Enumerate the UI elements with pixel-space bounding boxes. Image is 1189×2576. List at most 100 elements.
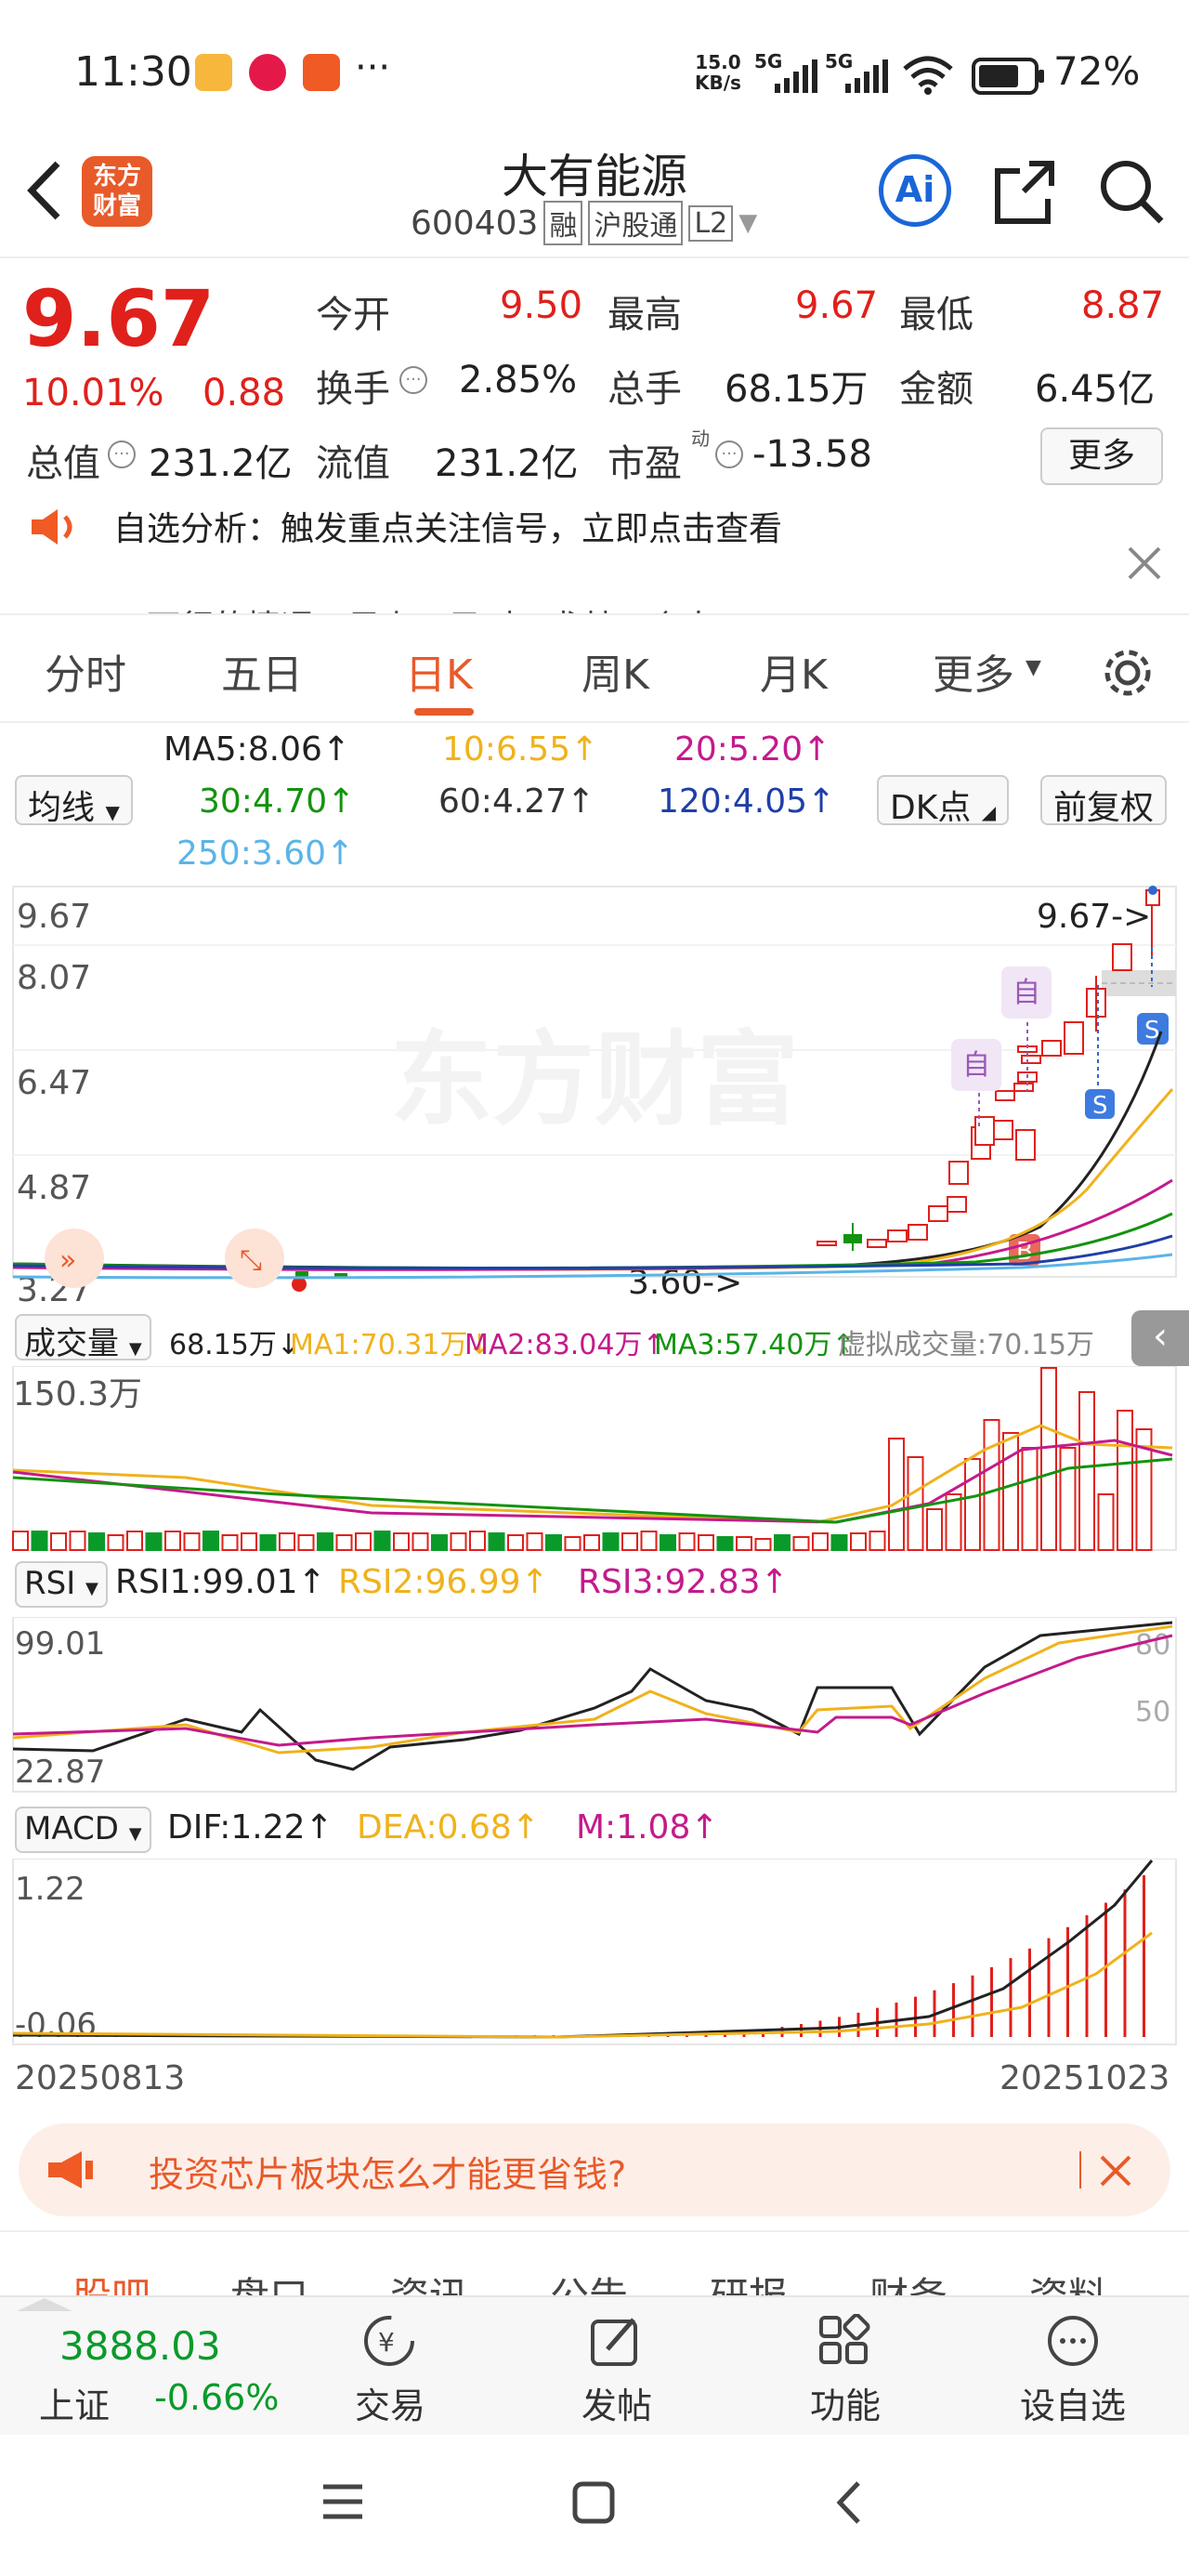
stock-code-row: 600403 融 沪股通 L2 ▼ (411, 201, 757, 245)
collapse-icon[interactable]: ‹ (1131, 1310, 1189, 1366)
dk-point-button[interactable]: DK点 ◢ (877, 775, 1010, 827)
pe-label: 市盈 (608, 442, 682, 485)
more-button[interactable]: 更多 (1040, 427, 1163, 485)
volume-bar (50, 1532, 67, 1551)
info-icon[interactable]: ··· (399, 366, 427, 394)
more-notifications-icon: ··· (355, 46, 391, 89)
tab-research[interactable]: 研报 (710, 2266, 788, 2295)
adjust-button[interactable]: 前复权 (1040, 775, 1168, 827)
tag-margin: 融 (543, 201, 583, 245)
stock-header: 东方 财富 大有能源 600403 融 沪股通 L2 ▼ Ai (0, 139, 1189, 258)
y-label-3: 6.47 (17, 1064, 91, 1102)
tab-finance[interactable]: 财务 (869, 2266, 947, 2295)
add-watchlist-label[interactable]: 设自选 (1020, 2377, 1126, 2428)
volume-chart: 150.3万 (12, 1366, 1177, 1551)
tab-intraday[interactable]: 分时 (45, 641, 126, 701)
post-label[interactable]: 发帖 (581, 2377, 652, 2428)
volume-bar (926, 1508, 943, 1551)
watermark: 东方财富 (390, 1020, 799, 1139)
video-app-icon (249, 54, 286, 91)
trade-label[interactable]: 交易 (355, 2377, 425, 2428)
ma-selector[interactable]: 均线 ▼ (15, 775, 133, 827)
functions-icon[interactable] (817, 2314, 871, 2368)
tab-daily[interactable]: 日K (405, 641, 473, 701)
ad-banner[interactable]: 投资芯片板块怎么才能更省钱? (19, 2123, 1170, 2216)
app-logo[interactable]: 东方 财富 (82, 156, 152, 227)
last-price: 9.67 (22, 273, 216, 364)
volume-bar (888, 1438, 905, 1551)
back-nav-icon[interactable] (830, 2479, 868, 2526)
ma20-line (12, 1178, 1173, 1271)
volume-bar (830, 1534, 848, 1551)
close-icon[interactable] (1126, 545, 1163, 582)
volume-bar (736, 1536, 752, 1551)
sub-tabs: 股吧 盘口 资讯 公告 研报 财务 资料 (0, 2230, 1189, 2295)
volume-bar (964, 1458, 981, 1551)
volume-bar (183, 1532, 201, 1551)
volume-selector[interactable]: 成交量 ▼ (15, 1314, 151, 1362)
dropdown-icon[interactable]: ▼ (738, 209, 757, 237)
tab-news[interactable]: 资讯 (390, 2266, 468, 2295)
open-label: 今开 (316, 294, 390, 336)
ma250-value: 250:3.60↑ (176, 835, 355, 873)
settings-gear-icon[interactable] (1100, 645, 1156, 701)
tag-connect: 沪股通 (588, 201, 684, 245)
functions-label[interactable]: 功能 (810, 2377, 881, 2428)
svg-text:»: » (59, 1244, 76, 1277)
notice-bar[interactable]: 自选分析：触发重点关注信号，立即点击查看 一下行的情况，目上一只叫，尤某一个人 (0, 502, 1189, 613)
volume-bar (507, 1534, 524, 1551)
tab-weekly[interactable]: 周K (581, 641, 649, 701)
dea-value: DEA:0.68↑ (357, 1808, 540, 1847)
low-label: 最低 (899, 294, 973, 336)
post-icon[interactable] (589, 2314, 643, 2368)
info-icon-2[interactable]: ··· (108, 440, 136, 468)
menu-icon[interactable] (320, 2481, 366, 2522)
kline-chart[interactable]: 东方财富 9.67 8.07 6.47 4.87 3.27 9.67-> 3.6… (0, 883, 1189, 1310)
tag-l2: L2 (688, 204, 734, 242)
volume-bar (259, 1534, 277, 1551)
rsi3-line (12, 1634, 1173, 1747)
tab-forum[interactable]: 股吧 (72, 2266, 150, 2295)
amount-label: 金额 (899, 368, 973, 411)
open-value: 9.50 (500, 284, 583, 327)
volume-label: 总手 (608, 368, 682, 411)
add-watchlist-icon[interactable] (1046, 2314, 1100, 2368)
volume-bar (660, 1534, 676, 1551)
dea-line (12, 1931, 1153, 2039)
rsi-selector[interactable]: RSI ▼ (15, 1561, 108, 1608)
volume-bar (907, 1456, 924, 1551)
tab-more[interactable]: 更多 (933, 641, 1014, 701)
tab-profile[interactable]: 资料 (1029, 2266, 1107, 2295)
volume-bar (698, 1534, 714, 1551)
tab-orderbook[interactable]: 盘口 (230, 2266, 308, 2295)
ad-close-icon[interactable] (1098, 2153, 1133, 2188)
macd-y-bottom: -0.06 (15, 2006, 97, 2044)
macd-selector[interactable]: MACD ▼ (15, 1807, 151, 1853)
y-label-2: 8.07 (17, 959, 91, 997)
speaker-icon (32, 509, 72, 545)
info-icon-3[interactable]: ··· (715, 440, 743, 468)
trade-icon[interactable]: ¥ (362, 2314, 416, 2368)
tab-monthly[interactable]: 月K (760, 641, 828, 701)
volume-bar (412, 1532, 429, 1551)
status-bar: 11:30 ··· 15.0 KB/s 5G 5G 72% (0, 0, 1189, 139)
tab-announcements[interactable]: 公告 (550, 2266, 628, 2295)
more-caret-icon: ▼ (1026, 656, 1041, 679)
svg-text:¥: ¥ (378, 2327, 395, 2358)
ai-button[interactable]: Ai (879, 154, 951, 227)
back-icon[interactable] (20, 158, 67, 223)
volume-ma1: MA1:70.31万↓ (290, 1329, 491, 1361)
share-icon[interactable] (992, 156, 1057, 227)
search-icon[interactable] (1096, 156, 1165, 227)
volume-bar (621, 1532, 638, 1551)
volume-bar (1002, 1432, 1019, 1551)
index-value[interactable]: 3888.03 (59, 2323, 221, 2369)
change-amount: 0.88 (203, 372, 286, 414)
bottom-toolbar: 3888.03 上证 -0.66% ¥ 交易 发帖 功能 设自选 (0, 2295, 1189, 2435)
home-icon[interactable] (570, 2479, 617, 2526)
volume-bar (107, 1534, 124, 1551)
volume-value: 68.15万 (725, 368, 869, 411)
volume-bar (678, 1532, 696, 1551)
tab-five-day[interactable]: 五日 (221, 641, 303, 701)
volume-ma2: MA2:83.04万↑ (464, 1329, 666, 1361)
